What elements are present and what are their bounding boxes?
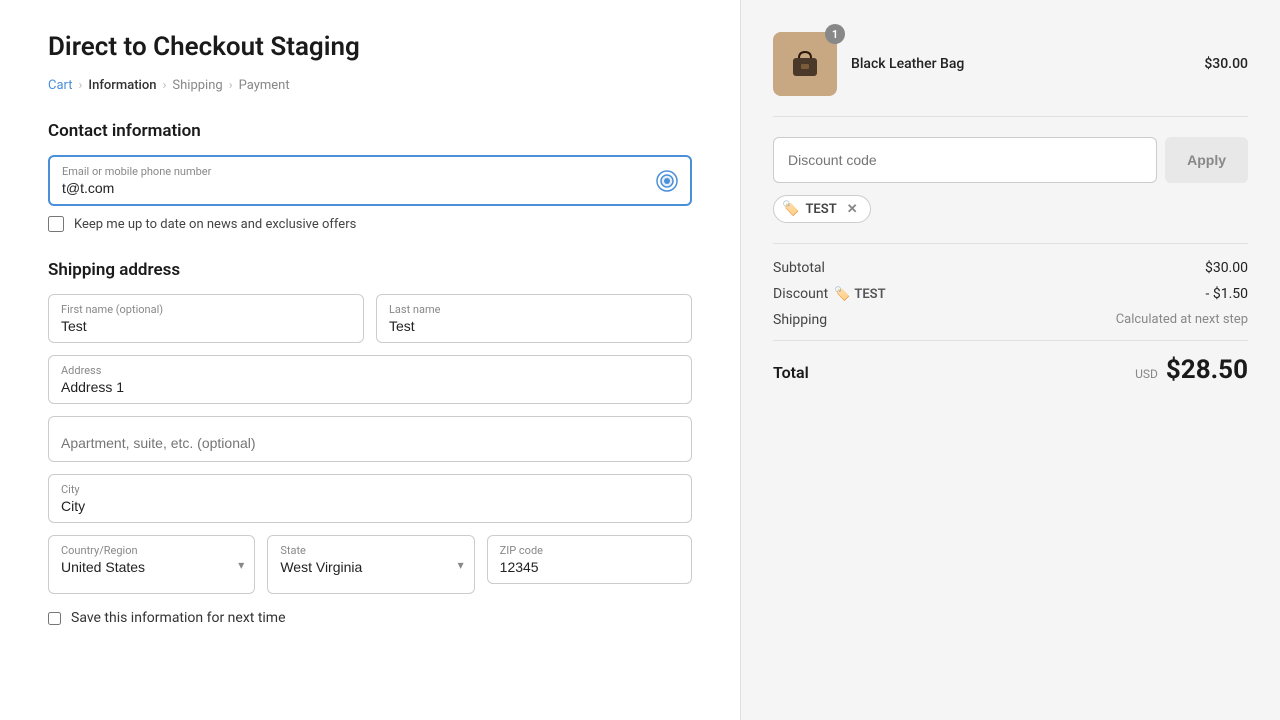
- email-label: Email or mobile phone number: [50, 157, 690, 178]
- total-label: Total: [773, 363, 809, 382]
- email-input[interactable]: [50, 178, 690, 204]
- newsletter-label[interactable]: Keep me up to date on news and exclusive…: [74, 217, 356, 232]
- city-label: City: [49, 475, 691, 496]
- city-input[interactable]: [49, 496, 691, 522]
- discount-input-wrapper: [773, 137, 1157, 183]
- left-panel: Direct to Checkout Staging Cart › Inform…: [0, 0, 740, 720]
- breadcrumb-shipping: Shipping: [172, 78, 222, 93]
- autofill-icon: [656, 170, 678, 192]
- discount-line-label: Discount 🏷️ TEST: [773, 286, 886, 302]
- breadcrumb-cart[interactable]: Cart: [48, 78, 73, 93]
- product-image: [773, 32, 837, 96]
- summary-divider: [773, 243, 1248, 244]
- discount-tag-close[interactable]: ✕: [847, 202, 858, 217]
- page-title: Direct to Checkout Staging: [48, 32, 692, 62]
- shipping-section-title: Shipping address: [48, 260, 692, 280]
- address-input[interactable]: [49, 377, 691, 403]
- breadcrumb-sep-2: ›: [163, 78, 167, 93]
- apt-label: [49, 417, 691, 425]
- city-wrapper: City: [48, 474, 692, 523]
- newsletter-row: Keep me up to date on news and exclusive…: [48, 216, 692, 232]
- first-name-wrapper: First name (optional): [48, 294, 364, 343]
- product-price: $30.00: [1204, 56, 1248, 72]
- discount-tag-row: 🏷️ TEST ✕: [773, 195, 1248, 223]
- country-select[interactable]: United States: [49, 557, 254, 583]
- discount-line-tag: 🏷️ TEST: [834, 287, 885, 302]
- subtotal-line: Subtotal $30.00: [773, 260, 1248, 276]
- state-label: State: [268, 536, 473, 557]
- zip-input[interactable]: [488, 557, 691, 583]
- apt-input[interactable]: [49, 425, 691, 461]
- right-panel: 1 Black Leather Bag $30.00 Apply 🏷️ TEST…: [740, 0, 1280, 720]
- state-select[interactable]: West Virginia: [268, 557, 473, 583]
- state-wrapper: State West Virginia ▾: [267, 535, 474, 594]
- city-wrapper-outer: City: [48, 474, 692, 523]
- breadcrumb-sep-1: ›: [79, 78, 83, 93]
- apt-wrapper: [48, 416, 692, 462]
- product-row: 1 Black Leather Bag $30.00: [773, 32, 1248, 117]
- tag-icon: 🏷️: [782, 201, 799, 217]
- discount-input[interactable]: [774, 138, 1156, 182]
- address-wrapper-outer: Address: [48, 355, 692, 404]
- last-name-label: Last name: [377, 295, 691, 316]
- contact-section-title: Contact information: [48, 121, 692, 141]
- total-right: USD $28.50: [1135, 355, 1248, 385]
- first-name-input[interactable]: [49, 316, 363, 342]
- total-amount: $28.50: [1166, 355, 1248, 385]
- country-state-zip-row: Country/Region United States ▾ State Wes…: [48, 535, 692, 594]
- first-name-label: First name (optional): [49, 295, 363, 316]
- product-image-wrapper: 1: [773, 32, 837, 96]
- shipping-label: Shipping: [773, 312, 827, 328]
- zip-wrapper-outer: ZIP code: [487, 535, 692, 594]
- email-field-wrapper: Email or mobile phone number: [48, 155, 692, 206]
- contact-section: Contact information Email or mobile phon…: [48, 121, 692, 232]
- breadcrumb: Cart › Information › Shipping › Payment: [48, 78, 692, 93]
- save-info-checkbox[interactable]: [48, 612, 61, 625]
- address-label: Address: [49, 356, 691, 377]
- product-name: Black Leather Bag: [851, 56, 1190, 72]
- shipping-line: Shipping Calculated at next step: [773, 312, 1248, 328]
- shipping-value: Calculated at next step: [1116, 312, 1248, 328]
- discount-tag-label: TEST: [805, 202, 836, 217]
- last-name-wrapper: Last name: [376, 294, 692, 343]
- country-label: Country/Region: [49, 536, 254, 557]
- breadcrumb-payment: Payment: [239, 78, 290, 93]
- discount-line: Discount 🏷️ TEST - $1.50: [773, 286, 1248, 302]
- address-wrapper: Address: [48, 355, 692, 404]
- name-row: First name (optional) Last name: [48, 294, 692, 343]
- discount-row: Apply: [773, 137, 1248, 183]
- total-currency: USD: [1135, 367, 1158, 381]
- apt-wrapper-outer: [48, 416, 692, 462]
- zip-label: ZIP code: [488, 536, 691, 557]
- zip-wrapper: ZIP code: [487, 535, 692, 584]
- total-line: Total USD $28.50: [773, 340, 1248, 385]
- newsletter-checkbox[interactable]: [48, 216, 64, 232]
- product-quantity-badge: 1: [825, 24, 845, 44]
- save-info-label[interactable]: Save this information for next time: [71, 610, 286, 626]
- save-row: Save this information for next time: [48, 610, 692, 626]
- apply-button[interactable]: Apply: [1165, 137, 1248, 183]
- discount-tag: 🏷️ TEST ✕: [773, 195, 871, 223]
- breadcrumb-sep-3: ›: [229, 78, 233, 93]
- shipping-section: Shipping address First name (optional) L…: [48, 260, 692, 626]
- subtotal-value: $30.00: [1205, 260, 1248, 276]
- subtotal-label: Subtotal: [773, 260, 825, 276]
- breadcrumb-information: Information: [88, 78, 156, 93]
- last-name-input[interactable]: [377, 316, 691, 342]
- country-wrapper: Country/Region United States ▾: [48, 535, 255, 594]
- discount-amount: - $1.50: [1205, 286, 1248, 302]
